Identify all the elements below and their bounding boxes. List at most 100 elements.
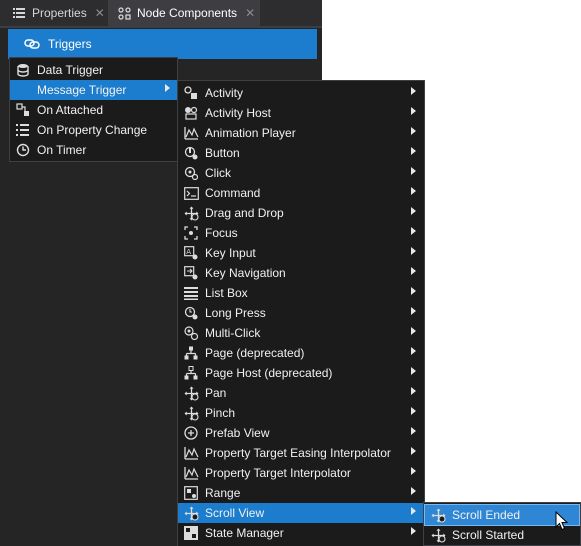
- svg-text:A: A: [186, 248, 191, 256]
- menu-item-label: List Box: [205, 286, 248, 300]
- focus-icon: [183, 225, 199, 241]
- menu-item-button[interactable]: Button: [178, 143, 424, 163]
- page-icon: [183, 345, 199, 361]
- menu-item-label: Pinch: [205, 406, 236, 420]
- move-icon: [430, 527, 446, 543]
- menu-item-label: Activity: [205, 86, 244, 100]
- menu-item-message-trigger[interactable]: Message Trigger: [10, 80, 177, 100]
- submenu-arrow-icon: [411, 207, 416, 215]
- submenu-arrow-icon: [411, 227, 416, 235]
- menu-item-focus[interactable]: Focus: [178, 223, 424, 243]
- menu-item-on-timer[interactable]: On Timer: [10, 140, 177, 160]
- menu-item-label: Page (deprecated): [205, 346, 305, 360]
- prefab-icon: [183, 425, 199, 441]
- triggers-button[interactable]: Triggers: [8, 29, 317, 59]
- menu-item-click[interactable]: Click: [178, 163, 424, 183]
- menu-item-label: Multi-Click: [205, 326, 261, 340]
- menu-item-command[interactable]: Command: [178, 183, 424, 203]
- menu-item-page-host-deprecated[interactable]: Page Host (deprecated): [178, 363, 424, 383]
- menu-item-label: On Timer: [37, 143, 87, 157]
- menu-item-prefab-view[interactable]: Prefab View: [178, 423, 424, 443]
- menu-item-label: On Property Change: [37, 123, 148, 137]
- message-trigger-submenu: Activity Activity Host Animation Player But…: [177, 80, 425, 546]
- submenu-arrow-icon: [411, 347, 416, 355]
- menu-item-pinch[interactable]: Pinch: [178, 403, 424, 423]
- property-change-icon: [15, 122, 31, 138]
- tab-properties[interactable]: Properties ✕: [0, 0, 106, 26]
- submenu-arrow-icon: [411, 287, 416, 295]
- menu-item-key-input[interactable]: A Key Input: [178, 243, 424, 263]
- close-icon[interactable]: ✕: [245, 6, 255, 20]
- menu-item-label: Property Target Easing Interpolator: [205, 446, 391, 460]
- menu-item-drag-and-drop[interactable]: Drag and Drop: [178, 203, 424, 223]
- menu-item-label: Range: [205, 486, 241, 500]
- menu-item-activity-host[interactable]: Activity Host: [178, 103, 424, 123]
- activity-icon: [183, 85, 199, 101]
- close-icon[interactable]: ✕: [95, 6, 105, 20]
- components-icon: [117, 6, 131, 20]
- submenu-arrow-icon: [411, 147, 416, 155]
- menu-item-label: Click: [205, 166, 231, 180]
- submenu-arrow-icon: [411, 387, 416, 395]
- multi-click-icon: [183, 325, 199, 341]
- list-icon: [12, 6, 26, 20]
- submenu-arrow-icon: [411, 507, 416, 515]
- submenu-arrow-icon: [411, 527, 416, 535]
- submenu-arrow-icon: [411, 367, 416, 375]
- tab-underline: [0, 26, 322, 28]
- animation-icon: [183, 125, 199, 141]
- menu-item-property-target-easing-interpolator[interactable]: Property Target Easing Interpolator: [178, 443, 424, 463]
- key-input-icon: A: [183, 245, 199, 261]
- menu-item-long-press[interactable]: Long Press: [178, 303, 424, 323]
- menu-item-multi-click[interactable]: Multi-Click: [178, 323, 424, 343]
- tab-node-components[interactable]: Node Components ✕: [108, 0, 260, 26]
- tab-label: Node Components: [137, 6, 238, 20]
- tab-bar: Properties ✕ Node Components ✕: [0, 0, 322, 26]
- button-icon: [183, 145, 199, 161]
- move-icon: [183, 205, 199, 221]
- menu-item-pan[interactable]: Pan: [178, 383, 424, 403]
- attached-icon: [15, 102, 31, 118]
- tab-label: Properties: [32, 6, 87, 20]
- submenu-arrow-icon: [411, 447, 416, 455]
- menu-item-label: Button: [205, 146, 240, 160]
- menu-item-key-navigation[interactable]: Key Navigation: [178, 263, 424, 283]
- submenu-arrow-icon: [411, 427, 416, 435]
- menu-item-label: Property Target Interpolator: [205, 466, 351, 480]
- mouse-pointer-icon: [555, 511, 569, 531]
- menu-item-label: Data Trigger: [37, 63, 104, 77]
- menu-item-range[interactable]: Range: [178, 483, 424, 503]
- range-icon: [183, 485, 199, 501]
- menu-item-page-deprecated[interactable]: Page (deprecated): [178, 343, 424, 363]
- submenu-arrow-icon: [411, 187, 416, 195]
- animation-icon: [183, 445, 199, 461]
- menu-item-scroll-view[interactable]: Scroll View: [178, 503, 424, 523]
- menu-item-label: Animation Player: [205, 126, 296, 140]
- menu-item-property-target-interpolator[interactable]: Property Target Interpolator: [178, 463, 424, 483]
- menu-item-on-attached[interactable]: On Attached: [10, 100, 177, 120]
- menu-item-animation-player[interactable]: Animation Player: [178, 123, 424, 143]
- menu-item-label: Focus: [205, 226, 238, 240]
- menu-item-label: Page Host (deprecated): [205, 366, 333, 380]
- menu-item-list-box[interactable]: List Box: [178, 283, 424, 303]
- move-icon: [430, 507, 446, 523]
- submenu-arrow-icon: [411, 487, 416, 495]
- menu-item-state-manager[interactable]: State Manager: [178, 523, 424, 543]
- menu-item-label: Pan: [205, 386, 227, 400]
- submenu-arrow-icon: [411, 267, 416, 275]
- menu-item-label: Key Input: [205, 246, 256, 260]
- menu-item-on-property-change[interactable]: On Property Change: [10, 120, 177, 140]
- submenu-arrow-icon: [165, 84, 170, 92]
- menu-item-data-trigger[interactable]: Data Trigger: [10, 60, 177, 80]
- long-press-icon: [183, 305, 199, 321]
- menu-item-activity[interactable]: Activity: [178, 83, 424, 103]
- menu-item-label: Prefab View: [205, 426, 270, 440]
- menu-item-label: Activity Host: [205, 106, 272, 120]
- submenu-arrow-icon: [411, 127, 416, 135]
- move-icon: [183, 385, 199, 401]
- command-icon: [183, 185, 199, 201]
- triggers-label: Triggers: [48, 37, 92, 51]
- page-host-icon: [183, 365, 199, 381]
- menu-item-label: State Manager: [205, 526, 284, 540]
- trigger-menu: Data Trigger Message Trigger On Attached…: [9, 57, 178, 162]
